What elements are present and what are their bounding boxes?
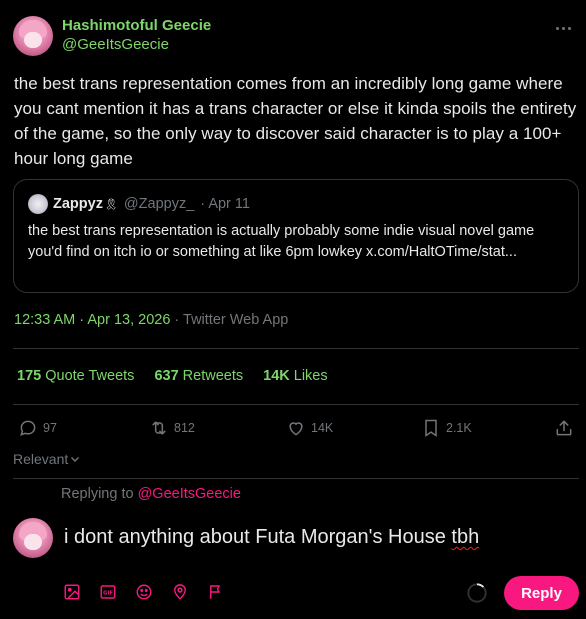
quote-author-avatar	[28, 194, 48, 214]
retweet-icon	[152, 421, 166, 435]
quote-author-name: Zappyz	[53, 196, 103, 212]
divider	[13, 478, 579, 479]
likes-stat[interactable]: 14K Likes	[263, 368, 328, 384]
quote-author-handle: @Zappyz_	[123, 196, 195, 212]
like-action[interactable]: 14K	[286, 418, 333, 438]
quote-text: the best trans representation is actuall…	[28, 223, 535, 260]
tweet-actions: 97 812 14K 2.1K	[13, 418, 579, 442]
bookmark-action[interactable]: 2.1K	[421, 418, 472, 438]
tweet-timestamp-row: 12:33 AM · Apr 13, 2026 · Twitter Web Ap…	[14, 312, 288, 328]
tweet-timestamp[interactable]: 12:33 AM · Apr 13, 2026	[14, 312, 170, 328]
retweet-action[interactable]: 812	[149, 418, 195, 438]
sort-label: Relevant	[13, 451, 69, 467]
bookmark-count: 2.1K	[446, 421, 472, 435]
author-display-name[interactable]: Hashimotoful Geecie	[62, 17, 211, 35]
divider	[13, 404, 579, 405]
author-avatar[interactable]	[13, 16, 53, 56]
gif-icon: GIF	[100, 585, 116, 599]
gif-button[interactable]: GIF	[98, 582, 118, 602]
author-handle[interactable]: @GeeItsGeecie	[62, 35, 211, 55]
more-options-icon[interactable]	[553, 18, 573, 38]
emoji-icon	[136, 584, 152, 600]
like-count: 14K	[311, 421, 334, 435]
quote-date: · Apr 11	[200, 196, 250, 212]
location-button[interactable]	[170, 582, 190, 602]
engagement-stats: 175 Quote Tweets 637 Retweets 14K Likes	[17, 368, 348, 384]
retweet-count: 812	[174, 421, 195, 435]
reply-sort-dropdown[interactable]: Relevant	[13, 451, 80, 467]
flag-button[interactable]	[206, 582, 226, 602]
divider	[13, 348, 579, 349]
svg-text:GIF: GIF	[103, 590, 113, 596]
reply-count: 97	[43, 421, 57, 435]
chevron-down-icon	[71, 457, 80, 462]
character-count-ring	[467, 583, 487, 603]
heart-icon	[289, 422, 303, 436]
quoted-tweet-card[interactable]: Zappyz 🎗 @Zappyz_ · Apr 11 the best tran…	[13, 179, 579, 293]
misspelled-word[interactable]: tbh	[451, 526, 479, 548]
composer-toolbar: GIF	[62, 582, 242, 602]
tweet-source: · Twitter Web App	[170, 312, 289, 328]
flag-icon	[210, 585, 221, 599]
location-pin-icon	[174, 584, 186, 600]
replying-mention[interactable]: @GeeItsGeecie	[138, 486, 241, 502]
reply-action[interactable]: 97	[18, 418, 57, 438]
composer-avatar	[13, 518, 53, 558]
replying-to: Replying to @GeeItsGeecie	[61, 486, 241, 502]
tweet-text: the best trans representation comes from…	[14, 74, 577, 168]
bookmark-icon	[425, 419, 437, 437]
retweets-stat[interactable]: 637 Retweets	[154, 368, 243, 384]
media-button[interactable]	[62, 582, 82, 602]
reply-submit-button[interactable]: Reply	[504, 576, 579, 610]
tweet-header: Hashimotoful Geecie @GeeItsGeecie	[13, 16, 211, 56]
share-action[interactable]	[554, 418, 574, 438]
reply-input[interactable]: i dont anything about Futa Morgan's Hous…	[64, 525, 479, 549]
ribbon-icon: 🎗	[103, 198, 118, 211]
share-icon	[556, 420, 572, 436]
emoji-button[interactable]	[134, 582, 154, 602]
image-icon	[64, 584, 80, 600]
quote-tweets-stat[interactable]: 175 Quote Tweets	[17, 368, 134, 384]
reply-icon	[20, 420, 36, 436]
